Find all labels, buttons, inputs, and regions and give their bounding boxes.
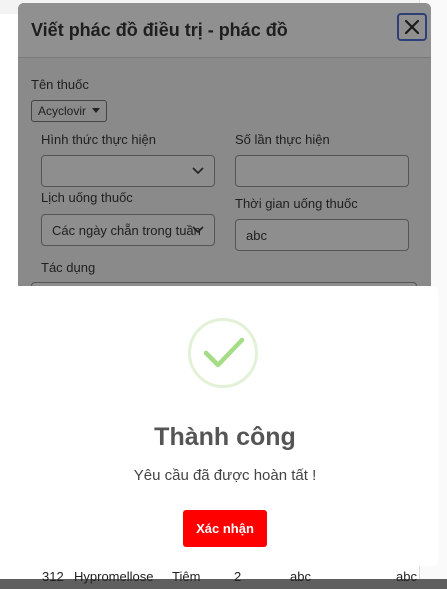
confirm-button[interactable]: Xác nhận bbox=[183, 510, 267, 547]
success-dialog: Thành công Yêu cầu đã được hoàn tất ! Xá… bbox=[12, 286, 438, 566]
success-icon bbox=[188, 318, 258, 388]
checkmark-icon bbox=[203, 337, 245, 368]
dialog-title: Thành công bbox=[154, 423, 296, 451]
dialog-message: Yêu cầu đã được hoàn tất ! bbox=[133, 467, 317, 484]
